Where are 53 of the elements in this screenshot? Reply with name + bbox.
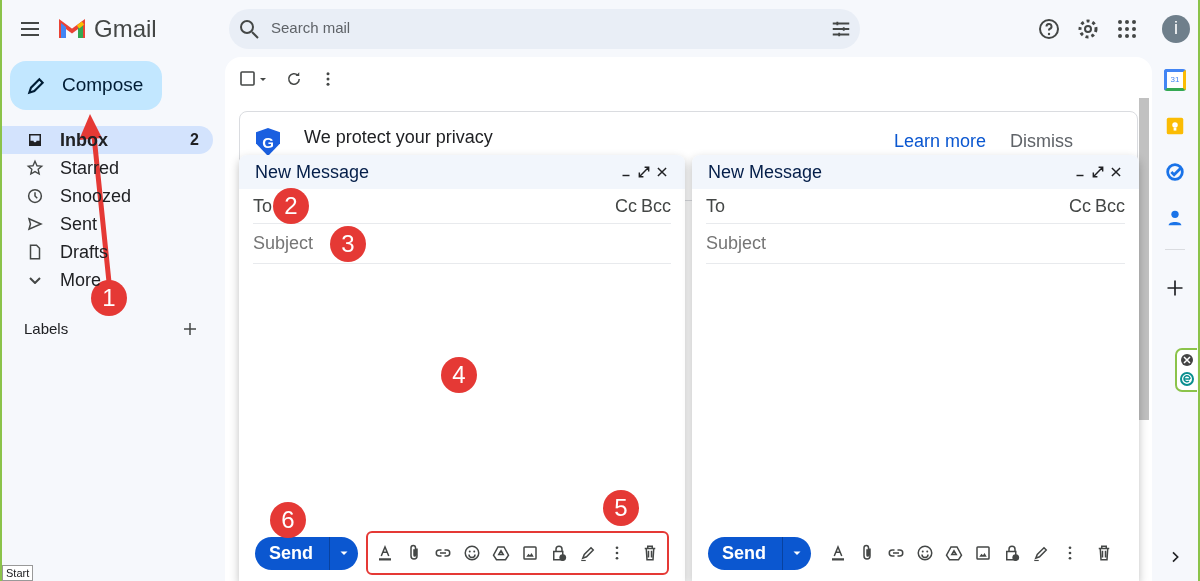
avatar[interactable]: i — [1162, 14, 1190, 43]
compose-title: New Message — [708, 160, 824, 184]
refresh-icon[interactable] — [285, 70, 303, 88]
expand-icon[interactable] — [1091, 165, 1105, 179]
to-field[interactable]: To — [706, 192, 725, 220]
calendar-app[interactable]: 31 — [1164, 69, 1186, 91]
check-circle-icon[interactable] — [1164, 161, 1186, 183]
emoji-icon[interactable] — [463, 544, 481, 562]
lock-clock-icon[interactable] — [550, 544, 568, 562]
dismiss-button[interactable]: Dismiss — [1010, 132, 1073, 152]
text-format-icon[interactable] — [829, 544, 847, 562]
search-bar[interactable]: Search mail — [229, 8, 860, 49]
scrollbar[interactable] — [1139, 98, 1149, 420]
triangle-icon[interactable] — [945, 544, 963, 562]
lock-clock-icon[interactable] — [1003, 544, 1021, 562]
triangle-icon[interactable] — [492, 544, 510, 562]
start-button[interactable]: Start — [2, 565, 34, 581]
app-name: Gmail — [94, 13, 157, 44]
bcc-link[interactable]: Bcc — [1095, 192, 1125, 220]
add-icon[interactable] — [1165, 278, 1185, 298]
compose-title: New Message — [255, 160, 371, 184]
pen-icon[interactable] — [579, 544, 597, 562]
image-icon[interactable] — [974, 544, 992, 562]
send-button[interactable]: Send — [708, 536, 811, 570]
checkbox-icon[interactable] — [239, 69, 269, 89]
search-field[interactable]: Search mail — [269, 16, 830, 41]
labels-heading: Labels — [24, 319, 69, 339]
send-button[interactable]: Send — [255, 536, 358, 570]
close-icon[interactable] — [655, 165, 669, 179]
learn-more-link[interactable]: Learn more — [893, 132, 986, 152]
bcc-link[interactable]: Bcc — [641, 192, 671, 220]
help-icon[interactable] — [1037, 16, 1061, 41]
star-icon — [26, 159, 44, 177]
image-icon[interactable] — [521, 544, 539, 562]
inbox-icon — [26, 131, 44, 149]
clock-icon — [26, 187, 44, 205]
cc-link[interactable]: Cc — [615, 192, 637, 220]
pencil-icon — [26, 75, 46, 96]
shield-logo: G — [256, 128, 280, 156]
banner-title: We protect your privacy — [304, 128, 493, 148]
envelope-logo-icon — [58, 17, 86, 40]
compose-button[interactable]: Compose — [10, 61, 162, 110]
chevron-down-icon — [29, 276, 41, 284]
to-field[interactable]: To — [253, 192, 272, 220]
close-icon[interactable] — [1109, 165, 1123, 179]
send-icon — [26, 215, 44, 233]
emoji-icon[interactable] — [916, 544, 934, 562]
text-format-icon[interactable] — [376, 544, 394, 562]
pen-icon[interactable] — [1032, 544, 1050, 562]
cc-link[interactable]: Cc — [1069, 192, 1091, 220]
expand-icon[interactable] — [637, 165, 651, 179]
sidebar-item[interactable]: Sent — [2, 210, 213, 238]
extension-badge-icon[interactable] — [1175, 348, 1197, 392]
